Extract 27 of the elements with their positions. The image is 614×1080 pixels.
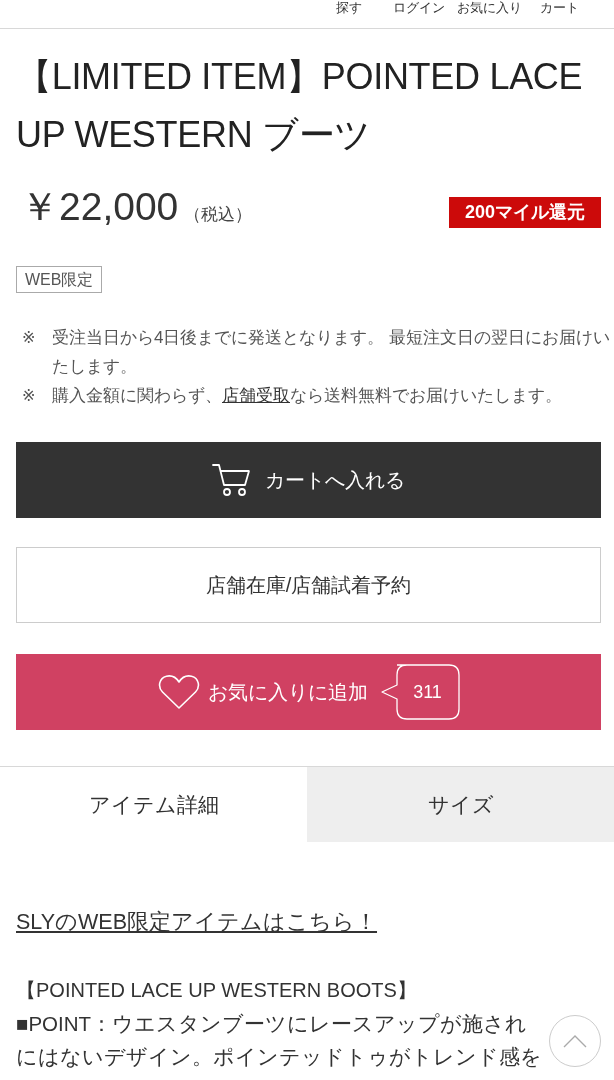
- header-nav-link[interactable]: カート: [524, 0, 594, 16]
- note-text: 受注当日から4日後までに発送となります。 最短注文日の翌日にお届けいたします。: [52, 327, 612, 378]
- detail-heading: 【POINTED LACE UP WESTERN BOOTS】: [16, 978, 418, 1003]
- add-to-favorites-button[interactable]: お気に入りに追加 311: [16, 654, 601, 730]
- tax-note: （税込）: [184, 204, 253, 226]
- description-text: ■POINT：ウエスタンブーツにレースアップが施され: [16, 1011, 528, 1037]
- price: ￥22,000: [20, 184, 179, 230]
- note-mark: ※: [21, 328, 37, 348]
- store-pickup-link[interactable]: 店舗受取: [222, 386, 290, 405]
- mile-badge: 200マイル還元: [448, 196, 601, 228]
- add-to-cart-button[interactable]: カートへ入れる: [16, 442, 601, 518]
- tab[interactable]: サイズ: [307, 767, 614, 842]
- header-nav-link[interactable]: お気に入り: [454, 0, 524, 16]
- description-text: にはないデザイン。ポインテッドトゥがトレンド感を: [16, 1044, 542, 1070]
- header-nav-link[interactable]: ログイン: [384, 0, 454, 16]
- scroll-to-top-button[interactable]: [549, 1015, 601, 1067]
- header-nav-link[interactable]: 探す: [314, 0, 384, 16]
- note-text: 購入金額に関わらず、店舗受取なら送料無料でお届けいたします。: [52, 385, 562, 407]
- product-title: 【LIMITED ITEM】POINTED LACE UP WESTERN ブーツ: [16, 55, 584, 157]
- note-mark: ※: [21, 386, 37, 406]
- store-stock-button[interactable]: 店舗在庫/店舗試着予約: [16, 547, 601, 623]
- chevron-up-icon: [563, 1034, 587, 1048]
- favorite-count: 311: [379, 664, 460, 720]
- product-tag: WEB限定: [16, 266, 103, 293]
- cart-icon: [212, 463, 252, 497]
- web-limited-link[interactable]: SLYのWEB限定アイテムはこちら！: [16, 906, 377, 939]
- heart-icon: [157, 674, 200, 710]
